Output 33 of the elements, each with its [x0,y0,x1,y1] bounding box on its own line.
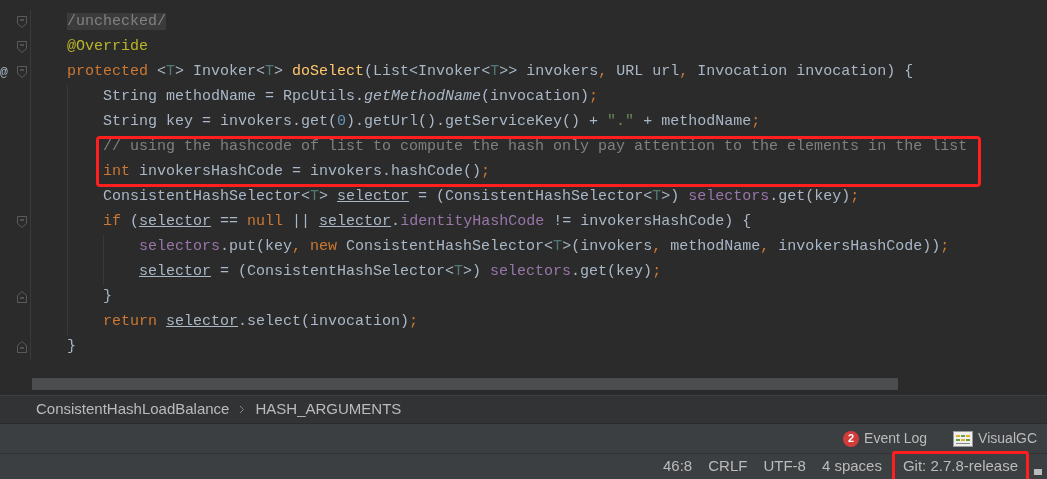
fold-icon[interactable] [17,16,27,28]
status-item[interactable]: CRLF [700,455,756,478]
code-line: int invokersHashCode = invokers.hashCode(); [103,162,491,183]
fold-icon[interactable] [17,66,27,78]
code-line: selector = (ConsistentHashSelector<T>) selectors.get(key); [139,262,662,283]
code-line: @Override [67,37,148,58]
code-comment: // using the hashcode of list to compute the hash only pay attention to the elements in the list [103,137,968,158]
fold-end-icon[interactable] [17,291,27,303]
code-line: return selector.select(invocation); [103,312,419,333]
code-line: String methodName = RpcUtils.getMethodName(invocation); [103,87,599,108]
status-item[interactable]: Git: 2.7.8-release [891,451,1029,479]
code-line: if (selector == null || selector.identityHashCode != invokersHashCode) { [103,212,752,233]
override-marker[interactable]: @ [0,63,8,83]
status-item[interactable]: 46:8 [655,455,701,478]
code-line: selectors.put(key, new ConsistentHashSelector<T>(invokers, methodName, invokersHashCode)); [139,237,950,258]
code-line: } [103,287,112,308]
status-item[interactable]: 4 spaces [813,455,890,478]
chart-grid-icon [953,430,974,447]
code-line: protected <T> Invoker<T> doSelect(List<Invoker<T>> invokers, URL url, Invocation invocation) { [67,62,914,83]
notification-badge: 2 [843,430,860,447]
horizontal-scrollbar[interactable] [32,378,898,390]
code-line: String key = invokers.get(0).getUrl().getServiceKey() + "." + methodName; [103,112,761,133]
fold-end-icon[interactable] [17,341,27,353]
breadcrumb-item[interactable]: HASH_ARGUMENTS [255,398,402,421]
code-line: } [67,337,76,358]
tool-window-button[interactable]: VisualGC [953,428,1037,449]
code-line: ConsistentHashSelector<T> selector = (ConsistentHashSelector<T>) selectors.get(key); [103,187,860,208]
tool-window-button[interactable]: 2 Event Log [843,428,928,449]
fold-icon[interactable] [17,216,27,228]
breadcrumb-item[interactable]: ConsistentHashLoadBalance [36,398,230,421]
fold-icon[interactable] [17,41,27,53]
status-item[interactable]: UTF-8 [755,455,814,478]
chevron-icon [239,405,246,414]
